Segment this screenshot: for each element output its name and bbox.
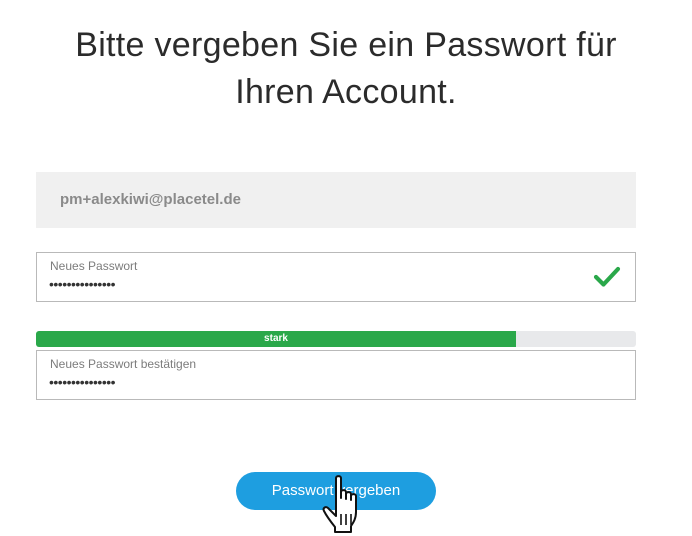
- confirm-password-label: Neues Passwort bestätigen: [50, 357, 197, 371]
- new-password-field[interactable]: Neues Passwort •••••••••••••••: [36, 252, 636, 302]
- email-display: pm+alexkiwi@placetel.de: [36, 172, 636, 228]
- confirm-password-value[interactable]: •••••••••••••••: [49, 374, 116, 390]
- email-value: pm+alexkiwi@placetel.de: [60, 191, 241, 208]
- password-strength-meter: stark: [36, 331, 636, 347]
- confirm-password-field[interactable]: Neues Passwort bestätigen ••••••••••••••…: [36, 350, 636, 400]
- new-password-value[interactable]: •••••••••••••••: [49, 276, 116, 292]
- checkmark-icon: [593, 266, 621, 287]
- page-title-line-2: Ihren Account.: [235, 73, 457, 111]
- hand-pointer-cursor-icon: [322, 475, 357, 533]
- new-password-label: Neues Passwort: [50, 259, 138, 273]
- password-strength-label: stark: [264, 333, 288, 344]
- password-strength-fill: stark: [36, 331, 516, 347]
- page-title-line-1: Bitte vergeben Sie ein Passwort für: [75, 26, 617, 64]
- page-title: Bitte vergeben Sie ein Passwort für Ihre…: [0, 22, 692, 116]
